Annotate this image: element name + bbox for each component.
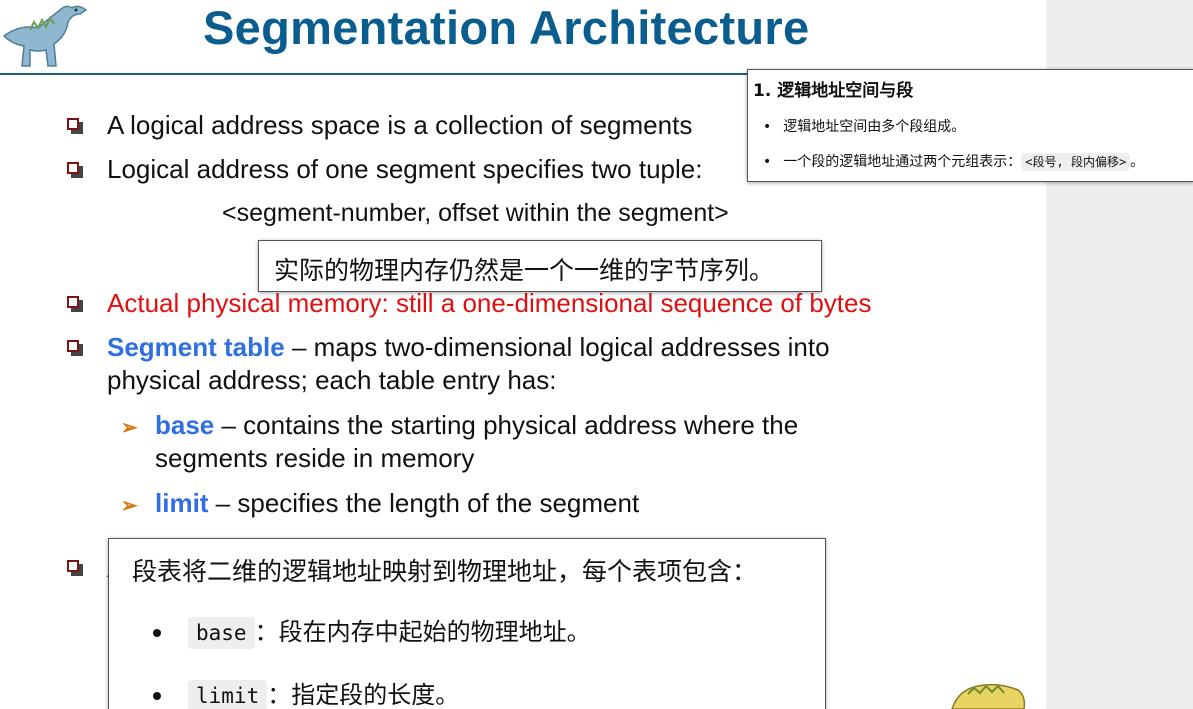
- term-base: base: [155, 410, 215, 440]
- tuple-text: <segment-number, offset within the segme…: [222, 199, 729, 227]
- item-suffix: 。: [1130, 154, 1145, 170]
- term-segment-table: Segment table: [107, 332, 285, 362]
- bullet-square-icon: [67, 296, 83, 312]
- code-limit: limit: [188, 680, 268, 709]
- note-heading: 1. 逻辑地址空间与段: [753, 81, 914, 101]
- list-item: • 一个段的逻辑地址通过两个元组表示： <段号, 段内偏移>。: [763, 151, 1144, 171]
- bullet-dot-icon: [153, 692, 161, 700]
- bullet-dot-icon: •: [763, 119, 772, 135]
- arrow-bullet-icon: ➢: [121, 417, 138, 439]
- arrow-bullet-icon: ➢: [121, 495, 138, 517]
- bullet-text-continuation: physical address; each table entry has:: [107, 365, 557, 395]
- bullet-square-icon: [67, 560, 83, 576]
- list-item: • 逻辑地址空间由多个段组成。: [763, 116, 965, 136]
- term-limit: limit: [155, 488, 209, 518]
- term-description: – maps two-dimensional logical addresses…: [284, 332, 830, 362]
- bullet-text: Logical address of one segment specifies…: [107, 154, 703, 184]
- sub-bullet-text: limit – specifies the length of the segm…: [155, 488, 639, 519]
- item-text: ：指定段的长度。: [267, 681, 460, 709]
- code-tuple: <段号, 段内偏移>: [1021, 153, 1131, 171]
- list-item: limit ：指定段的长度。: [153, 675, 459, 709]
- bullet-text: Segment table – maps two-dimensional log…: [107, 332, 830, 363]
- translation-popup: 段表将二维的逻辑地址映射到物理地址，每个表项包含： base ：段在内存中起始的物…: [108, 538, 826, 709]
- item-text: 一个段的逻辑地址通过两个元组表示：: [783, 154, 1022, 170]
- note-popup: 1. 逻辑地址空间与段 • 逻辑地址空间由多个段组成。 • 一个段的逻辑地址通过两个…: [747, 69, 1193, 182]
- code-base: base: [188, 617, 255, 649]
- bullet-text: A logical address space is a collection …: [107, 110, 693, 140]
- item-text: 逻辑地址空间由多个段组成。: [783, 119, 966, 135]
- item-text: ：段在内存中起始的物理地址。: [254, 618, 591, 646]
- sub-bullet-text: base – contains the starting physical ad…: [155, 410, 798, 441]
- bullet-square-icon: [67, 340, 83, 356]
- dinosaur-logo-icon: [2, 5, 88, 67]
- dinosaur-corner-icon: [951, 683, 1026, 709]
- bullet-square-icon: [67, 162, 83, 178]
- bullet-dot-icon: [153, 629, 161, 637]
- bullet-square-icon: [67, 118, 83, 134]
- page-title: Segmentation Architecture: [203, 1, 810, 54]
- term-description: – specifies the length of the segment: [208, 488, 640, 518]
- sub-bullet-text-continuation: segments reside in memory: [155, 443, 475, 473]
- translation-tooltip: 实际的物理内存仍然是一个一维的字节序列。: [258, 240, 822, 292]
- term-description: – contains the starting physical address…: [214, 410, 799, 440]
- translation-text: 实际的物理内存仍然是一个一维的字节序列。: [274, 256, 775, 285]
- bullet-dot-icon: •: [763, 154, 772, 170]
- bullet-text-highlight: Actual physical memory: still a one-dime…: [107, 288, 872, 318]
- list-item: base ：段在内存中起始的物理地址。: [153, 612, 591, 652]
- popup-intro: 段表将二维的逻辑地址映射到物理地址，每个表项包含：: [132, 557, 758, 586]
